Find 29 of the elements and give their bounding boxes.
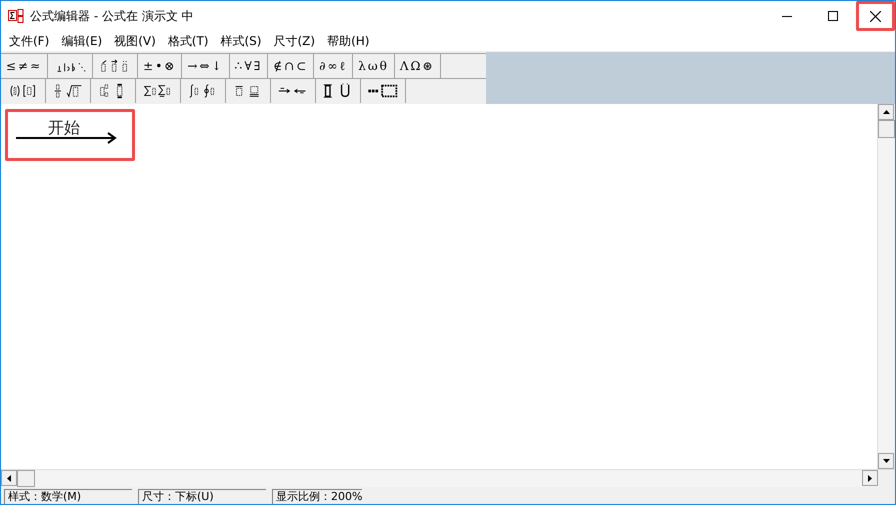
maximize-icon: [828, 11, 838, 21]
scroll-right-button[interactable]: [862, 470, 878, 486]
left-arrow-icon: [7, 474, 11, 482]
app-icon: [8, 8, 24, 24]
vertical-scrollbar[interactable]: [877, 104, 895, 469]
status-field: 显示比例：200%: [272, 489, 362, 504]
scroll-thumb[interactable]: [878, 120, 895, 138]
horizontal-scrollbar[interactable]: [1, 469, 895, 487]
right-arrow-icon: [868, 474, 872, 482]
scroll-down-button[interactable]: [878, 453, 894, 469]
matrices-template-icon: [366, 83, 400, 99]
close-button[interactable]: [856, 1, 895, 31]
status-field: 尺寸：下标(U): [138, 489, 266, 504]
menu-item[interactable]: 样式(S): [214, 32, 268, 50]
formula-text: 开始: [48, 118, 80, 139]
status-field: 样式：数学(M): [4, 489, 132, 504]
down-arrow-icon: [882, 459, 890, 463]
menu-item[interactable]: 文件(F): [3, 32, 56, 50]
menu-item[interactable]: 帮助(H): [321, 32, 376, 50]
menu-item[interactable]: 尺寸(Z): [267, 32, 322, 50]
menu-item[interactable]: 格式(T): [162, 32, 214, 50]
scroll-up-button[interactable]: [878, 104, 894, 120]
scroll-left-button[interactable]: [1, 470, 17, 486]
scroll-thumb[interactable]: [17, 470, 35, 487]
window-title: 公式编辑器 - 公式在 演示文 中: [30, 8, 194, 24]
menu-item[interactable]: 编辑(E): [55, 32, 108, 50]
close-icon: [870, 10, 881, 22]
up-arrow-icon: [882, 110, 890, 114]
menu-item[interactable]: 视图(V): [108, 32, 162, 50]
